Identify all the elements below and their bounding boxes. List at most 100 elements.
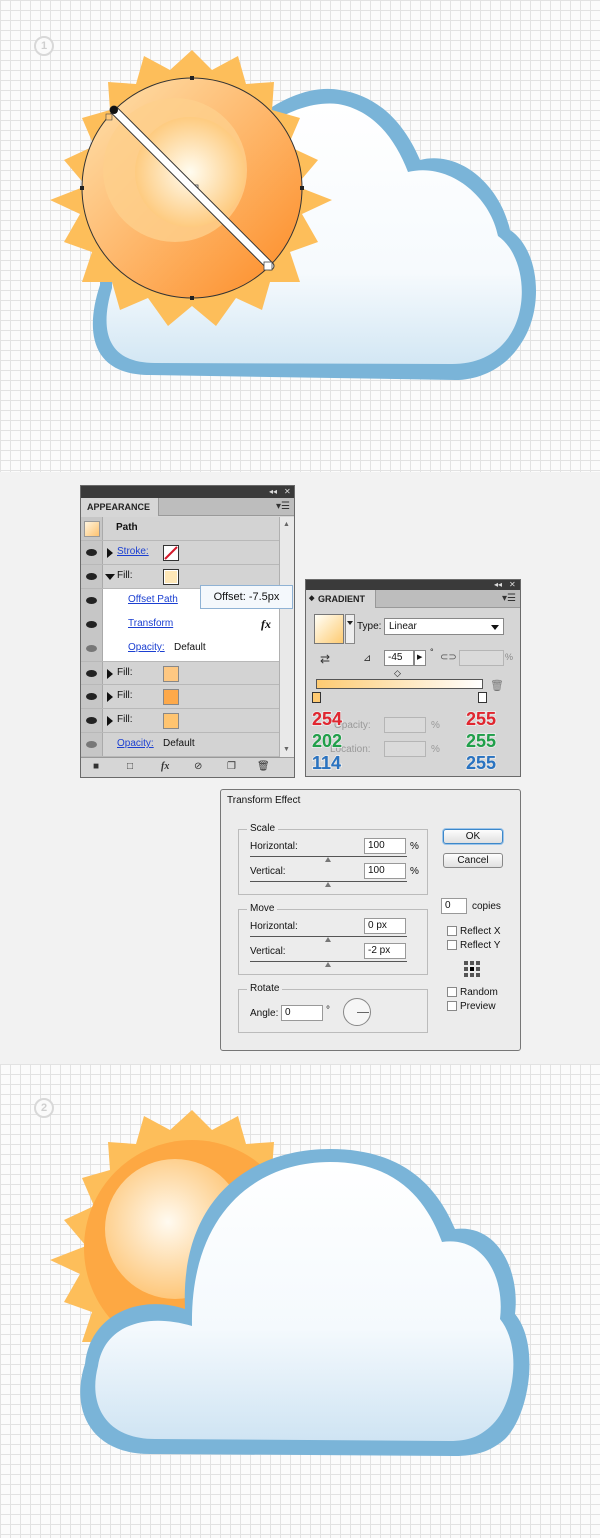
opacity-percent: % (431, 720, 440, 731)
expand-triangle-icon[interactable] (107, 669, 113, 679)
expand-triangle-icon[interactable] (107, 692, 113, 702)
rotate-dial[interactable] (343, 998, 371, 1026)
visibility-eye-icon[interactable] (86, 573, 97, 580)
visibility-eye-icon[interactable] (86, 597, 97, 604)
fill-swatch[interactable] (163, 569, 179, 585)
close-icon[interactable]: ✕ (284, 486, 291, 498)
fill-row-4[interactable]: Fill: (81, 709, 280, 733)
visibility-eye-icon[interactable] (86, 693, 97, 700)
add-stroke-icon[interactable]: ■ (93, 761, 99, 772)
color-stop-left[interactable] (312, 692, 321, 703)
visibility-eye-icon[interactable] (86, 670, 97, 677)
random-label: Random (460, 987, 498, 998)
panel-titlebar[interactable]: ◂◂ ✕ (81, 486, 294, 498)
appearance-toolbar: ■ □ fx ⊘ ❐ 🗑 (81, 757, 294, 777)
transform-row[interactable]: Transform fx (81, 613, 280, 637)
collapse-triangle-icon[interactable] (105, 574, 115, 580)
fx-icon[interactable]: fx (261, 617, 271, 632)
fill-swatch[interactable] (163, 713, 179, 729)
fill-opacity-row[interactable]: Opacity: Default (81, 637, 280, 661)
opacity-input (384, 717, 426, 733)
gradient-preview-swatch[interactable] (314, 614, 344, 644)
angle-stepper[interactable]: ▶ (414, 650, 426, 666)
midpoint-diamond[interactable]: ◇ (394, 668, 401, 679)
scale-group: Scale Horizontal: 100 % Vertical: 100 % (238, 823, 428, 895)
preview-checkbox[interactable] (447, 1001, 457, 1011)
gradient-slider[interactable] (316, 679, 483, 689)
move-vertical-label: Vertical: (250, 946, 286, 957)
scroll-up-icon[interactable]: ▲ (283, 521, 290, 528)
slider-thumb[interactable] (325, 857, 331, 862)
offset-tooltip: Offset: -7.5px (200, 585, 293, 609)
reflect-x-checkbox[interactable] (447, 926, 457, 936)
stroke-none-swatch[interactable] (163, 545, 179, 561)
offset-path-link[interactable]: Offset Path (128, 594, 178, 605)
rotate-angle-input[interactable]: 0 (281, 1005, 323, 1021)
copies-input[interactable]: 0 (441, 898, 467, 914)
appearance-scrollbar[interactable]: ▲ ▼ (279, 517, 294, 757)
panel-menu-icon[interactable]: ▾☰ (502, 593, 516, 604)
reference-point-icon[interactable] (464, 961, 480, 977)
slider-thumb[interactable] (325, 962, 331, 967)
fill-label: Fill: (117, 714, 133, 725)
location-percent: % (431, 744, 440, 755)
scale-horizontal-input[interactable]: 100 (364, 838, 406, 854)
delete-stop-icon[interactable]: 🗑 (490, 679, 504, 692)
slider-thumb[interactable] (325, 882, 331, 887)
path-row[interactable]: Path (81, 517, 280, 541)
tab-toggle-icon: ◆ (309, 595, 315, 602)
add-effect-icon[interactable]: fx (161, 761, 169, 772)
fill-swatch[interactable] (163, 689, 179, 705)
scale-vertical-label: Vertical: (250, 866, 286, 877)
rotate-group: Rotate Angle: 0 ° (238, 983, 428, 1033)
left-stop-blue: 114 (311, 752, 342, 774)
object-opacity-link[interactable]: Opacity: (117, 738, 154, 749)
tab-gradient[interactable]: ◆ GRADIENT (306, 590, 376, 608)
visibility-eye-icon[interactable] (86, 645, 97, 652)
tab-appearance[interactable]: APPEARANCE (81, 498, 159, 516)
degree-symbol: ° (430, 647, 434, 657)
panel-titlebar[interactable]: ◂◂ ✕ (306, 580, 520, 590)
stroke-row[interactable]: Stroke: (81, 541, 280, 565)
collapse-icon[interactable]: ◂◂ (269, 486, 277, 498)
ok-button[interactable]: OK (443, 829, 503, 844)
scroll-down-icon[interactable]: ▼ (283, 746, 290, 753)
gradient-preset-dropdown[interactable] (345, 614, 355, 644)
move-vertical-input[interactable]: -2 px (364, 943, 406, 959)
angle-input[interactable]: -45 (384, 650, 414, 666)
fill-row-2[interactable]: Fill: (81, 661, 280, 685)
duplicate-item-icon[interactable]: ❐ (227, 761, 236, 772)
random-checkbox[interactable] (447, 987, 457, 997)
reflect-y-checkbox[interactable] (447, 940, 457, 950)
stroke-link[interactable]: Stroke: (117, 546, 149, 557)
scale-vertical-input[interactable]: 100 (364, 863, 406, 879)
fill-opacity-link[interactable]: Opacity: (128, 642, 165, 653)
expand-triangle-icon[interactable] (107, 548, 113, 558)
clear-appearance-icon[interactable]: ⊘ (194, 761, 202, 772)
location-input (384, 741, 426, 757)
reverse-gradient-icon[interactable]: ⇄ (320, 652, 330, 666)
rotate-label: Rotate (247, 983, 283, 994)
object-opacity-row[interactable]: Opacity: Default (81, 733, 280, 757)
delete-item-icon[interactable]: 🗑 (257, 761, 270, 772)
aspect-ratio-icon: ⊂⊃ (440, 652, 457, 663)
fill-row-3[interactable]: Fill: (81, 685, 280, 709)
type-select[interactable]: Linear (384, 618, 504, 635)
slider-thumb[interactable] (325, 937, 331, 942)
angle-icon: ⊿ (363, 653, 372, 664)
fill-swatch[interactable] (163, 666, 179, 682)
visibility-eye-icon[interactable] (86, 717, 97, 724)
expand-triangle-icon[interactable] (107, 716, 113, 726)
cancel-button[interactable]: Cancel (443, 853, 503, 868)
move-horizontal-input[interactable]: 0 px (364, 918, 406, 934)
add-fill-icon[interactable]: □ (127, 761, 133, 772)
visibility-eye-icon[interactable] (86, 621, 97, 628)
transform-link[interactable]: Transform (128, 618, 173, 629)
panel-menu-icon[interactable]: ▾☰ (276, 501, 290, 512)
visibility-eye-icon[interactable] (86, 741, 97, 748)
color-stop-right[interactable] (478, 692, 487, 703)
left-stop-red: 254 (311, 708, 343, 730)
artboard-step-2: 2 (0, 1064, 600, 1538)
visibility-eye-icon[interactable] (86, 549, 97, 556)
move-horizontal-label: Horizontal: (250, 921, 298, 932)
